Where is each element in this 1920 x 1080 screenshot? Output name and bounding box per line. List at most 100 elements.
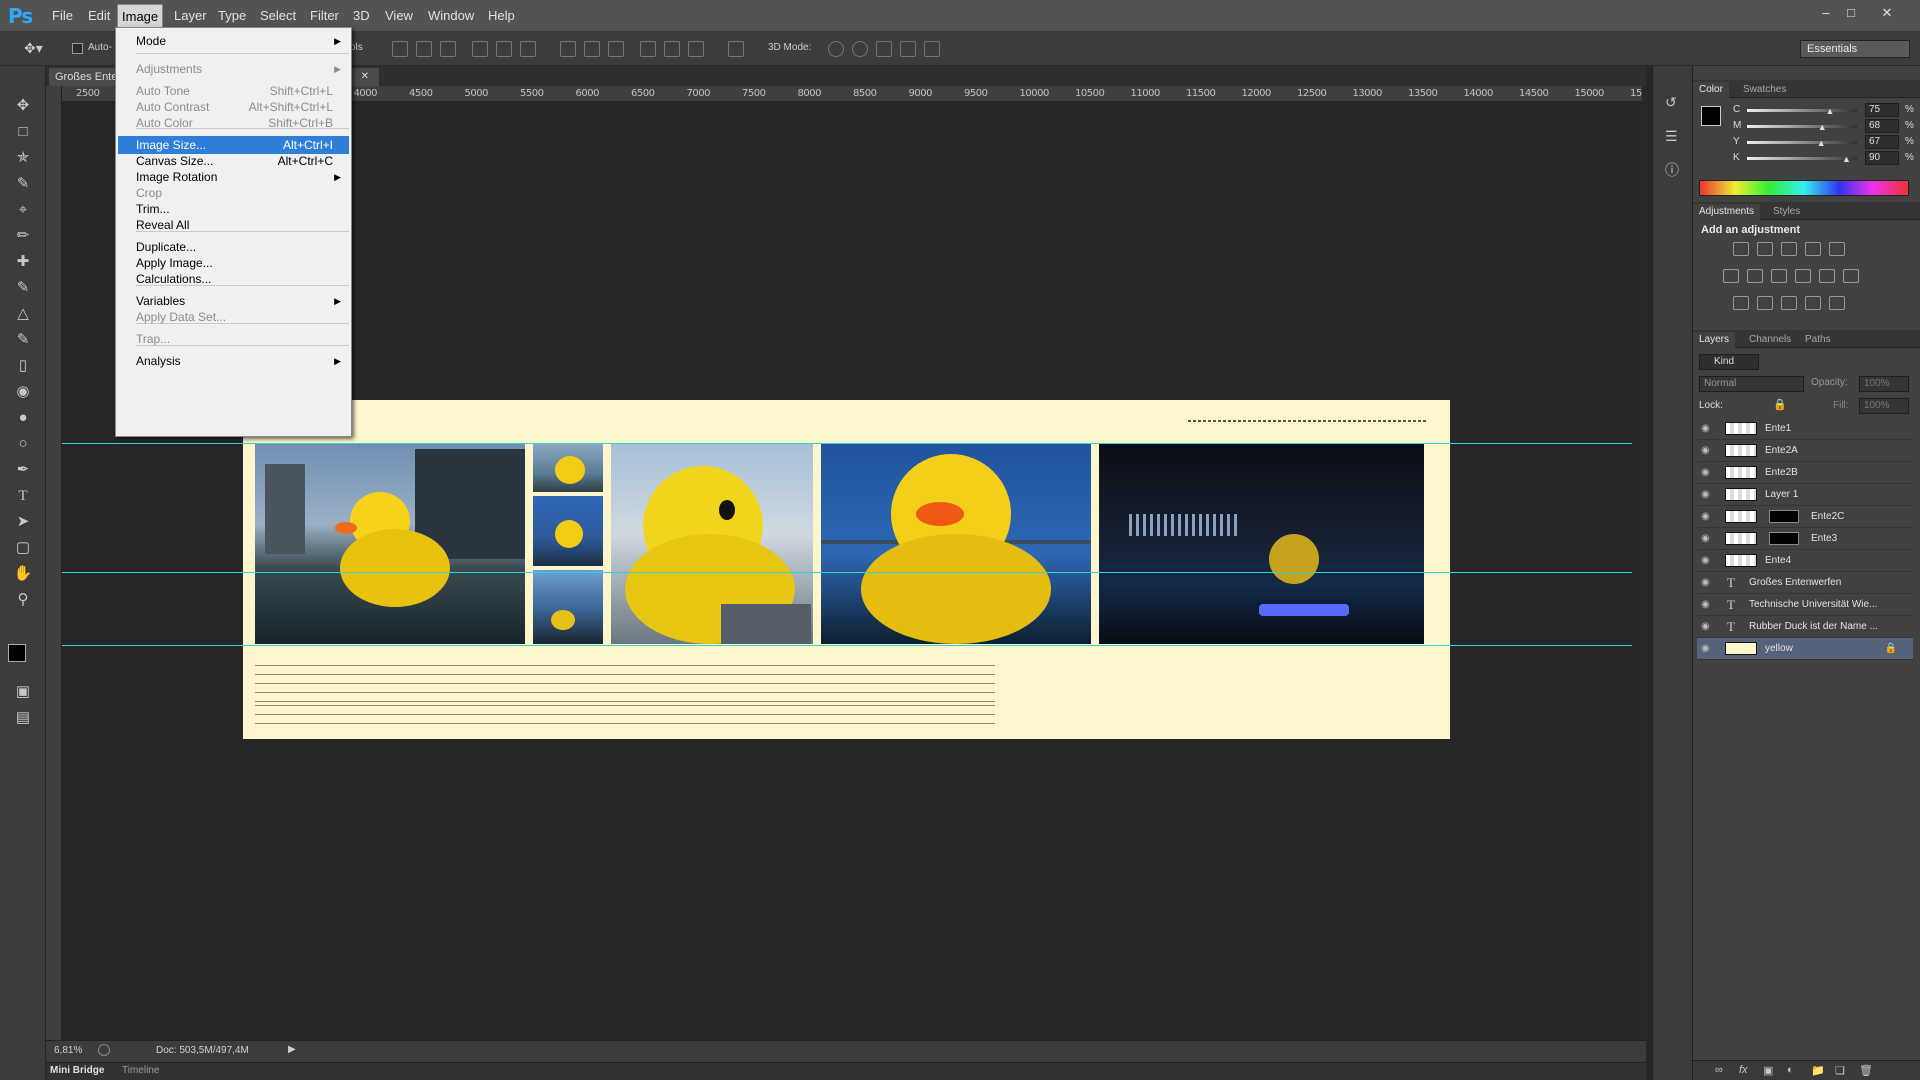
color-spectrum-bar[interactable] [1699,180,1909,196]
visibility-eye-icon[interactable]: ◉ [1701,418,1717,440]
pen-icon[interactable]: ✒ [12,460,34,480]
threshold-icon[interactable] [1781,296,1797,310]
align-vcenter-icon[interactable] [416,41,432,57]
path-select-icon[interactable]: ➤ [12,512,34,532]
screen-mode-icon[interactable]: ▤ [12,708,34,728]
tab-adjustments[interactable]: Adjustments [1693,204,1761,220]
align-left-icon[interactable] [472,41,488,57]
move-tool-icon[interactable]: ✥▾ [24,40,43,57]
menu-select[interactable]: Select [256,6,300,26]
layer-row[interactable]: ◉ yellow 🔒 [1697,638,1913,660]
distribute-top-icon[interactable] [560,41,576,57]
document-canvas[interactable]: nwerfen [243,400,1450,739]
rectangle-icon[interactable]: ▢ [12,538,34,558]
channel-track[interactable] [1747,141,1857,144]
menu-3d[interactable]: 3D [349,6,374,26]
channel-value-field[interactable]: 68 [1865,119,1899,133]
menu-file[interactable]: File [48,6,77,26]
tab-layers[interactable]: Layers [1693,332,1736,348]
menu-help[interactable]: Help [484,6,519,26]
layer-row[interactable]: ◉ Ente2A [1697,440,1913,462]
visibility-eye-icon[interactable]: ◉ [1701,484,1717,506]
3d-scale-icon[interactable] [924,41,940,57]
channel-value-field[interactable]: 67 [1865,135,1899,149]
blend-mode-select[interactable]: Normal [1699,376,1804,392]
zoom-level[interactable]: 6,81% [54,1045,82,1056]
distribute-right-icon[interactable] [688,41,704,57]
color-balance-icon[interactable] [1747,269,1763,283]
link-layers-icon[interactable]: ∞ [1715,1064,1723,1076]
tab-paths[interactable]: Paths [1799,332,1837,348]
invert-icon[interactable] [1733,296,1749,310]
tab-styles[interactable]: Styles [1767,204,1806,220]
vibrance-icon[interactable] [1829,242,1845,256]
layer-row[interactable]: ◉ Ente4 [1697,550,1913,572]
align-top-icon[interactable] [392,41,408,57]
delete-layer-icon[interactable]: 🗑 [1859,1064,1873,1077]
minimize-icon[interactable]: – [1815,4,1837,22]
layer-row[interactable]: ◉ Layer 1 [1697,484,1913,506]
maximize-icon[interactable]: □ [1840,4,1862,22]
history-icon[interactable]: ↺ [1665,94,1677,111]
channel-value-field[interactable]: 90 [1865,151,1899,165]
info-icon[interactable]: ⓘ [1665,160,1679,180]
3d-roll-icon[interactable] [852,41,868,57]
layer-row[interactable]: ◉ Ente2C [1697,506,1913,528]
guide-line[interactable] [62,443,1632,444]
new-layer-icon[interactable]: ❏ [1835,1064,1845,1077]
auto-select-checkbox[interactable] [72,43,83,54]
align-right-icon[interactable] [520,41,536,57]
guide-line[interactable] [62,645,1632,646]
tab-swatches[interactable]: Swatches [1737,82,1792,98]
tab-channels[interactable]: Channels [1743,332,1797,348]
3d-slide-icon[interactable] [900,41,916,57]
channel-track[interactable] [1747,109,1857,112]
menu-edit[interactable]: Edit [84,6,114,26]
menu-window[interactable]: Window [424,6,478,26]
color-slider-y[interactable]: Y ▲ 67% [1733,135,1914,150]
move-icon[interactable]: ✥ [12,96,34,116]
eyedropper-icon[interactable]: ✏ [12,226,34,246]
align-hcenter-icon[interactable] [496,41,512,57]
fx-icon[interactable]: fx [1739,1064,1748,1076]
distribute-left-icon[interactable] [640,41,656,57]
new-adjustment-icon[interactable]: ◐ [1787,1064,1794,1076]
opacity-field[interactable]: 100% [1859,376,1909,392]
layer-row[interactable]: ◉ Ente1 [1697,418,1913,440]
lasso-icon[interactable]: ✯ [12,148,34,168]
dodge-icon[interactable]: ○ [12,434,34,454]
quick-select-icon[interactable]: ✎ [12,174,34,194]
menu-type[interactable]: Type [214,6,250,26]
blur-icon[interactable]: ● [12,408,34,428]
proof-icon[interactable] [98,1044,110,1056]
channel-thumb-icon[interactable]: ▲ [1817,138,1826,148]
visibility-eye-icon[interactable]: ◉ [1701,440,1717,462]
clone-stamp-icon[interactable]: △ [12,304,34,324]
workspace-select[interactable]: Essentials [1800,40,1910,58]
layer-filter-select[interactable]: Kind [1699,354,1759,370]
tab-color[interactable]: Color [1693,82,1729,98]
healing-brush-icon[interactable]: ✚ [12,252,34,272]
guide-line[interactable] [62,572,1632,573]
channel-mixer-icon[interactable] [1819,269,1835,283]
hand-icon[interactable]: ✋ [12,564,34,584]
quick-mask-icon[interactable]: ▣ [12,682,34,702]
channel-thumb-icon[interactable]: ▲ [1818,122,1827,132]
photo-filter-icon[interactable] [1795,269,1811,283]
channel-track[interactable] [1747,125,1857,128]
color-slider-m[interactable]: M ▲ 68% [1733,119,1914,134]
channel-thumb-icon[interactable]: ▲ [1842,154,1851,164]
type-icon[interactable]: T [12,486,34,506]
exposure-icon[interactable] [1805,242,1821,256]
color-slider-c[interactable]: C ▲ 75% [1733,103,1914,118]
tab-mini-bridge[interactable]: Mini Bridge [50,1065,104,1076]
distribute-bottom-icon[interactable] [608,41,624,57]
curves-icon[interactable] [1781,242,1797,256]
hue-saturation-icon[interactable] [1723,269,1739,283]
3d-rotate-icon[interactable] [828,41,844,57]
layer-row[interactable]: ◉ T Großes Entenwerfen [1697,572,1913,594]
color-lookup-icon[interactable] [1843,269,1859,283]
visibility-eye-icon[interactable]: ◉ [1701,528,1717,550]
levels-icon[interactable] [1757,242,1773,256]
brush-icon[interactable]: ✎ [12,278,34,298]
